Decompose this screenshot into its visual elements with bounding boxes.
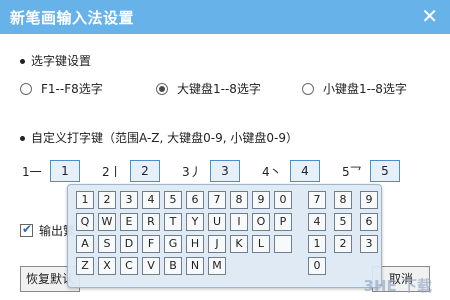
checkbox-checked-icon[interactable] bbox=[20, 222, 33, 237]
soft-key-b[interactable]: B bbox=[164, 257, 182, 275]
soft-key-5[interactable]: 5 bbox=[164, 191, 182, 209]
soft-key-2[interactable]: 2 bbox=[98, 191, 116, 209]
soft-key-r[interactable]: R bbox=[142, 213, 160, 231]
soft-key-f[interactable]: F bbox=[142, 235, 160, 253]
soft-key-9[interactable]: 9 bbox=[252, 191, 270, 209]
stroke-label-1: 1一 bbox=[22, 165, 42, 179]
soft-key-0[interactable]: 0 bbox=[274, 191, 292, 209]
soft-key-m[interactable]: M bbox=[208, 257, 226, 275]
numpad-key-9[interactable]: 9 bbox=[360, 191, 378, 209]
soft-key-1[interactable]: 1 bbox=[76, 191, 94, 209]
bullet-icon bbox=[20, 59, 25, 64]
soft-key-8[interactable]: 8 bbox=[230, 191, 248, 209]
numpad-key-1[interactable]: 1 bbox=[308, 235, 326, 253]
radio-main-keyboard-label: 大键盘1--8选字 bbox=[177, 82, 261, 96]
soft-key-d[interactable]: D bbox=[120, 235, 138, 253]
soft-key-q[interactable]: Q bbox=[76, 213, 94, 231]
soft-key-o[interactable]: O bbox=[252, 213, 270, 231]
numpad-key-0[interactable]: 0 bbox=[308, 257, 326, 275]
select-keys-heading: 选字键设置 bbox=[20, 52, 91, 69]
bullet-icon bbox=[20, 136, 25, 141]
radio-numpad[interactable]: 小键盘1--8选字 bbox=[302, 80, 407, 97]
soft-key-3[interactable]: 3 bbox=[120, 191, 138, 209]
soft-key-p[interactable]: P bbox=[274, 213, 292, 231]
radio-circle-icon[interactable] bbox=[20, 82, 32, 95]
soft-key-k[interactable]: K bbox=[230, 235, 248, 253]
stroke-label-4: 4丶 bbox=[262, 165, 282, 179]
stroke-key-field-4[interactable]: 4 bbox=[290, 160, 320, 182]
soft-key-4[interactable]: 4 bbox=[142, 191, 160, 209]
custom-keys-heading: 自定义打字键（范围A-Z, 大键盘0-9, 小键盘0-9） bbox=[20, 129, 298, 146]
soft-key-v[interactable]: V bbox=[142, 257, 160, 275]
stroke-key-field-3[interactable]: 3 bbox=[210, 160, 240, 182]
numpad-key-4[interactable]: 4 bbox=[308, 213, 326, 231]
radio-main-keyboard[interactable]: 大键盘1--8选字 bbox=[156, 80, 261, 97]
soft-key-i[interactable]: I bbox=[230, 213, 248, 231]
custom-keys-heading-text: 自定义打字键（范围A-Z, 大键盘0-9, 小键盘0-9） bbox=[31, 131, 298, 145]
stroke-label-5: 5乛 bbox=[342, 165, 362, 179]
stroke-key-field-5[interactable]: 5 bbox=[370, 160, 400, 182]
soft-key-6[interactable]: 6 bbox=[186, 191, 204, 209]
soft-key-j[interactable]: J bbox=[208, 235, 226, 253]
custom-key-row: 1一 1 2丨 2 3丿 3 4丶 4 5乛 5 bbox=[0, 160, 450, 182]
soft-key-blank[interactable] bbox=[274, 235, 292, 253]
window-title: 新笔画输入法设置 bbox=[10, 9, 135, 27]
radio-f-keys-label: F1--F8选字 bbox=[41, 82, 103, 96]
radio-f-keys[interactable]: F1--F8选字 bbox=[20, 80, 103, 97]
soft-key-z[interactable]: Z bbox=[76, 257, 94, 275]
radio-circle-icon[interactable] bbox=[302, 82, 314, 95]
soft-key-w[interactable]: W bbox=[98, 213, 116, 231]
title-bar: 新笔画输入法设置 ✕ bbox=[0, 0, 450, 34]
numpad-key-7[interactable]: 7 bbox=[308, 191, 326, 209]
soft-key-h[interactable]: H bbox=[186, 235, 204, 253]
stroke-label-2: 2丨 bbox=[102, 165, 122, 179]
stroke-label-3: 3丿 bbox=[182, 165, 202, 179]
close-icon[interactable]: ✕ bbox=[421, 4, 438, 28]
soft-key-y[interactable]: Y bbox=[186, 213, 204, 231]
soft-key-a[interactable]: A bbox=[76, 235, 94, 253]
soft-key-n[interactable]: N bbox=[186, 257, 204, 275]
soft-key-c[interactable]: C bbox=[120, 257, 138, 275]
soft-key-g[interactable]: G bbox=[164, 235, 182, 253]
radio-selected-icon[interactable] bbox=[156, 82, 168, 95]
soft-key-x[interactable]: X bbox=[98, 257, 116, 275]
select-keys-heading-text: 选字键设置 bbox=[31, 54, 92, 68]
radio-numpad-label: 小键盘1--8选字 bbox=[323, 82, 407, 96]
watermark-logo: 3HE 下载 bbox=[363, 277, 432, 295]
soft-keyboard-popup: 1234567890QWERTYUIOPASDFGHJKLZXCVBNM7894… bbox=[67, 184, 382, 288]
soft-key-7[interactable]: 7 bbox=[208, 191, 226, 209]
numpad-key-3[interactable]: 3 bbox=[360, 235, 378, 253]
numpad-key-2[interactable]: 2 bbox=[334, 235, 352, 253]
numpad-key-6[interactable]: 6 bbox=[360, 213, 378, 231]
numpad-key-5[interactable]: 5 bbox=[334, 213, 352, 231]
soft-key-e[interactable]: E bbox=[120, 213, 138, 231]
soft-key-l[interactable]: L bbox=[252, 235, 270, 253]
soft-key-u[interactable]: U bbox=[208, 213, 226, 231]
stroke-key-field-2[interactable]: 2 bbox=[130, 160, 160, 182]
numpad-key-8[interactable]: 8 bbox=[334, 191, 352, 209]
soft-key-s[interactable]: S bbox=[98, 235, 116, 253]
soft-key-t[interactable]: T bbox=[164, 213, 182, 231]
stroke-key-field-1[interactable]: 1 bbox=[50, 160, 80, 182]
